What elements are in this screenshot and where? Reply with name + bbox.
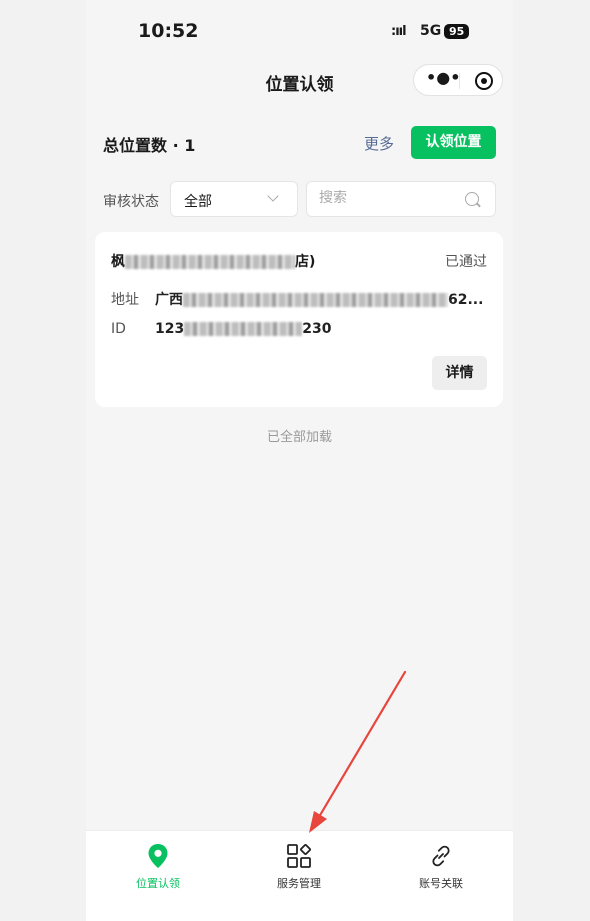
location-name: 枫 店) xyxy=(111,251,315,271)
tab-location-claim[interactable]: 位置认领 xyxy=(108,843,208,891)
target-close-icon[interactable] xyxy=(475,72,493,90)
address-end: 62... xyxy=(448,292,484,308)
details-button[interactable]: 详情 xyxy=(432,356,487,390)
chevron-down-icon xyxy=(267,190,279,202)
redacted-blur xyxy=(125,255,295,269)
all-loaded-text: 已全部加载 xyxy=(266,430,332,445)
location-name-start: 枫 xyxy=(111,254,125,270)
link-icon xyxy=(432,845,450,867)
review-status-select[interactable]: 全部 xyxy=(170,181,298,217)
battery-icon: 95 xyxy=(444,24,470,39)
selected-status: 全部 xyxy=(184,194,212,210)
tab-label: 位置认领 xyxy=(136,877,180,890)
redacted-blur xyxy=(183,293,448,307)
network-type: 5G xyxy=(420,23,442,39)
address-start: 广西 xyxy=(155,292,183,308)
capsule-divider xyxy=(459,73,460,89)
clock: 10:52 xyxy=(138,20,199,42)
claim-location-button[interactable]: 认领位置 xyxy=(411,126,496,159)
redacted-blur xyxy=(184,322,303,336)
location-card[interactable]: 枫 店) 已通过 地址 广西 62... ID 123 230 详情 xyxy=(95,232,503,407)
address-label: 地址 xyxy=(111,292,139,308)
id-start: 123 xyxy=(155,321,185,337)
address-row: 地址 广西 62... xyxy=(111,289,483,309)
search-box[interactable] xyxy=(306,181,496,217)
more-link[interactable]: 更多 xyxy=(364,133,394,154)
tab-label: 服务管理 xyxy=(277,877,321,890)
tab-label: 账号关联 xyxy=(419,877,463,890)
status-badge: 已通过 xyxy=(445,254,487,270)
tab-bar: 位置认领 服务管理 账号关联 xyxy=(86,830,513,921)
review-status-label: 审核状态 xyxy=(103,194,159,210)
location-name-end: 店) xyxy=(295,254,316,270)
total-count: 总位置数 · 1 xyxy=(103,136,196,155)
nav-bar: 位置认领 •●• xyxy=(86,58,513,102)
search-input[interactable] xyxy=(319,190,449,206)
id-end: 230 xyxy=(302,321,332,337)
id-row: ID 123 230 xyxy=(111,321,331,337)
signal-icon: :ııl xyxy=(391,24,407,39)
capsule-menu: •●• xyxy=(413,64,503,96)
tab-service-management[interactable]: 服务管理 xyxy=(249,843,349,891)
location-pin-icon xyxy=(148,844,168,868)
apps-grid-icon xyxy=(287,844,311,868)
tab-account-link[interactable]: 账号关联 xyxy=(391,843,491,891)
status-bar: 10:52 :ııl 5G 95 xyxy=(86,0,513,58)
more-dots-icon[interactable]: •●• xyxy=(426,70,460,88)
mini-program-page: 10:52 :ııl 5G 95 位置认领 •●• 总位置数 · 1 更多 认领… xyxy=(86,0,513,921)
id-label: ID xyxy=(111,321,126,337)
search-icon[interactable] xyxy=(465,192,479,206)
